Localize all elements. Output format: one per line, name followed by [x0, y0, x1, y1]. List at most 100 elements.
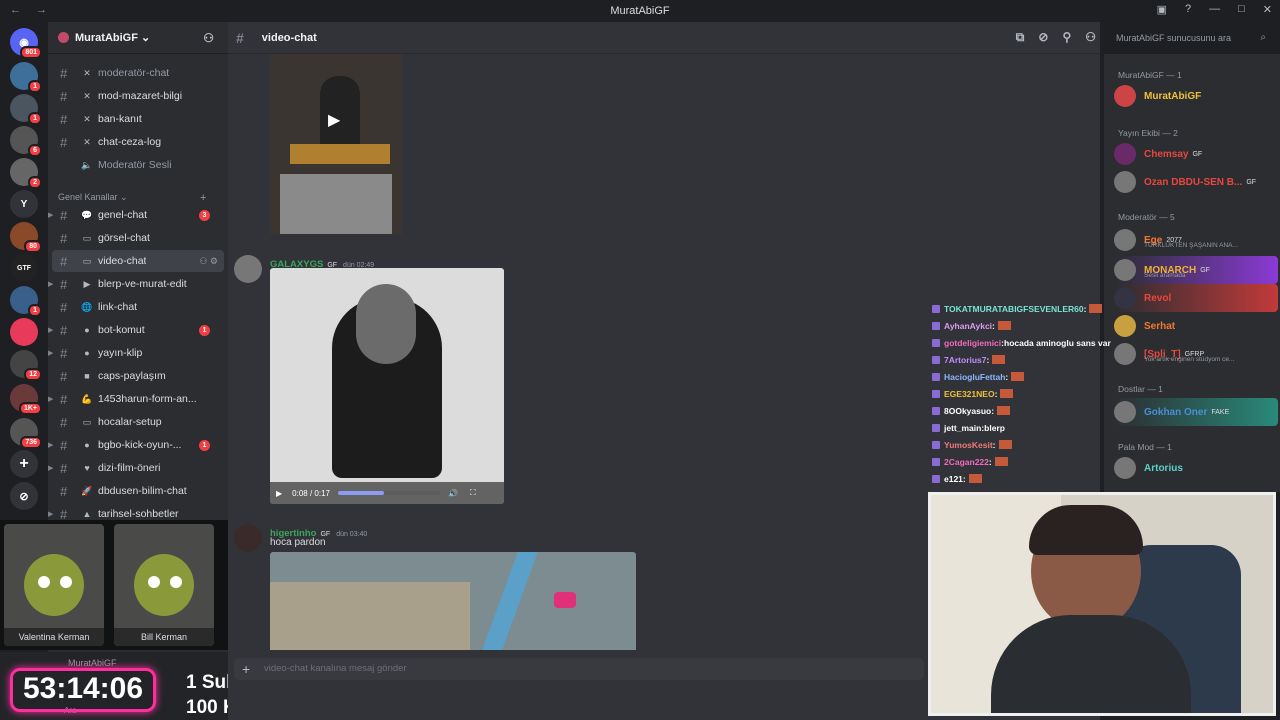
badge-icon: [932, 372, 940, 381]
attach-icon[interactable]: +: [242, 658, 250, 680]
channel-item[interactable]: # ✕ ban-kanıt: [52, 108, 224, 130]
server-icon[interactable]: 6: [10, 126, 42, 157]
window-controls: ▣ ? — □ ✕: [1157, 3, 1272, 16]
avatar[interactable]: [234, 255, 262, 283]
channel-item[interactable]: # ✕ mod-mazaret-bilgi: [52, 85, 224, 107]
server-icon[interactable]: 736: [10, 418, 42, 449]
chat-separator: :: [991, 405, 995, 416]
maximize-icon[interactable]: □: [1238, 3, 1245, 16]
emote-icon: [997, 321, 1011, 330]
home-icon[interactable]: ◉ 801: [10, 28, 42, 59]
video-tile[interactable]: Bill Kerman: [114, 524, 214, 646]
member-item[interactable]: Gokhan Oner FAKE: [1114, 398, 1278, 426]
member-item[interactable]: Serhat: [1114, 312, 1278, 340]
play-icon[interactable]: ▶: [276, 489, 282, 498]
member-item[interactable]: [Spli_T] GFRP Yok artık enginen stüdyom ce…: [1114, 340, 1278, 368]
webcam-feed: [928, 492, 1276, 716]
member-item[interactable]: Ozan DBDU-SEN B... GF: [1114, 168, 1278, 196]
avatar[interactable]: [234, 524, 262, 552]
stream-timer: 53:14:06: [10, 668, 156, 712]
server-icon[interactable]: 1: [10, 286, 42, 317]
voice-channel-item[interactable]: 🔈 Moderatör Sesli: [52, 154, 224, 176]
server-icon[interactable]: Y: [10, 190, 38, 218]
members-icon[interactable]: ⚇: [1085, 30, 1096, 45]
emote-icon: [992, 355, 1006, 364]
channel-item[interactable]: ▶ # ♥ dizi-film-öneri: [48, 457, 224, 479]
channel-item[interactable]: ▶ # 💬 genel-chat 3: [48, 204, 224, 226]
badge-icon: [932, 355, 940, 364]
channel-item[interactable]: # 🌐 link-chat: [52, 296, 224, 318]
badge-icon: [932, 389, 940, 398]
channel-item[interactable]: ▶ # ▶ blerp-ve-murat-edit: [48, 273, 224, 295]
server-icon[interactable]: GTF: [10, 254, 38, 282]
search-input[interactable]: MuratAbiGF sunucusunu ara ⌕: [1110, 27, 1272, 49]
pin-icon[interactable]: ⚲: [1062, 30, 1071, 45]
chat-username: AyhanAykci: [944, 320, 993, 331]
channel-item[interactable]: ▶ # ● bot-komut 1: [48, 319, 224, 341]
channel-item[interactable]: # ■ caps-paylaşım: [52, 365, 224, 387]
settings-icon[interactable]: ⚇ ⚙: [199, 256, 218, 267]
channel-item-active[interactable]: # ▭ video-chat ⚇ ⚙: [52, 250, 224, 272]
add-channel-icon[interactable]: +: [200, 192, 206, 204]
discover-icon[interactable]: ⊘: [10, 482, 38, 510]
server-icon[interactable]: 1: [10, 94, 42, 125]
member-item[interactable]: MuratAbiGF: [1114, 82, 1278, 110]
server-icon[interactable]: 12: [10, 350, 42, 381]
chat-username: 2Cagan222: [944, 456, 989, 467]
member-item[interactable]: Revol: [1114, 284, 1278, 312]
fullscreen-icon[interactable]: ⛶: [470, 488, 476, 498]
message-input[interactable]: + video-chat kanalına mesaj gönder: [234, 658, 924, 680]
member-item[interactable]: MONARCH GF Sesli aramada: [1114, 256, 1278, 284]
channel-item[interactable]: ▶ # ● bgbo-kick-oyun-... 1: [48, 434, 224, 456]
server-icon[interactable]: 80: [10, 222, 42, 253]
video-attachment[interactable]: ▶: [270, 54, 402, 234]
chat-line: jett_main : blerp: [932, 419, 1128, 436]
nav-arrows[interactable]: ← →: [10, 4, 53, 16]
category-header[interactable]: Genel Kanallar ⌄ +: [58, 192, 206, 204]
close-icon[interactable]: ✕: [1263, 3, 1272, 16]
chat-username: YumosKesit: [944, 439, 993, 450]
image-attachment[interactable]: [270, 552, 636, 650]
chat-line: EGE321NEO :: [932, 385, 1128, 402]
minimize-icon[interactable]: —: [1209, 3, 1220, 16]
server-icon[interactable]: 1K+: [10, 384, 42, 415]
add-member-icon[interactable]: ⚇: [203, 31, 214, 45]
add-server-icon[interactable]: +: [10, 450, 38, 478]
chat-username: gotdeligiemici: [944, 337, 1002, 348]
chat-line: 8OOkyasuo :: [932, 402, 1128, 419]
emote-icon: [1000, 389, 1014, 398]
server-icon[interactable]: 1: [10, 62, 42, 93]
mute-icon[interactable]: ⊘: [1038, 30, 1048, 45]
badge-icon: [932, 440, 940, 449]
video-attachment[interactable]: ▶ 0:08 / 0:17 🔊 ⛶: [270, 268, 504, 504]
help-icon[interactable]: ?: [1185, 3, 1191, 16]
channel-item[interactable]: ▶ # ● yayın-klip: [48, 342, 224, 364]
channel-item[interactable]: # ▭ hocalar-setup: [52, 411, 224, 433]
channel-item[interactable]: ▶ # 💪 1453harun-form-an...: [48, 388, 224, 410]
video-progress[interactable]: [337, 491, 440, 495]
server-header[interactable]: MuratAbiGF ⌄ ⚇: [48, 22, 228, 54]
member-item[interactable]: Chemsay GF: [1114, 140, 1278, 168]
video-tile[interactable]: Valentina Kerman: [4, 524, 104, 646]
badge-icon: [932, 406, 940, 415]
chat-username: HaciogluFettah: [944, 371, 1006, 382]
badge-icon: [932, 338, 940, 347]
member-item[interactable]: Ege 2077 TÜRKLÜKTEN ŞAŞANIN ANA...: [1114, 226, 1278, 254]
channel-item[interactable]: # ▭ görsel-chat: [52, 227, 224, 249]
inbox-icon[interactable]: ▣: [1157, 3, 1167, 16]
channel-item[interactable]: # 🚀 dbdusen-bilim-chat: [52, 480, 224, 502]
server-icon[interactable]: 2: [10, 158, 42, 189]
member-item[interactable]: Artorius: [1114, 454, 1278, 482]
play-icon[interactable]: ▶: [328, 110, 340, 130]
badge-icon: [932, 457, 940, 466]
chat-username: 7Artorius7: [944, 354, 987, 365]
message-timestamp: dün 03:40: [336, 531, 368, 538]
server-icon[interactable]: [10, 318, 38, 346]
badge-icon: [932, 474, 940, 483]
volume-icon[interactable]: 🔊: [448, 489, 458, 498]
server-logo-icon: [58, 32, 69, 43]
channel-item[interactable]: # ✕ chat-ceza-log: [52, 131, 224, 153]
channel-item[interactable]: # ✕ moderatör-chat: [52, 62, 224, 84]
threads-icon[interactable]: ⧉: [1016, 30, 1025, 45]
emote-icon: [994, 457, 1008, 466]
